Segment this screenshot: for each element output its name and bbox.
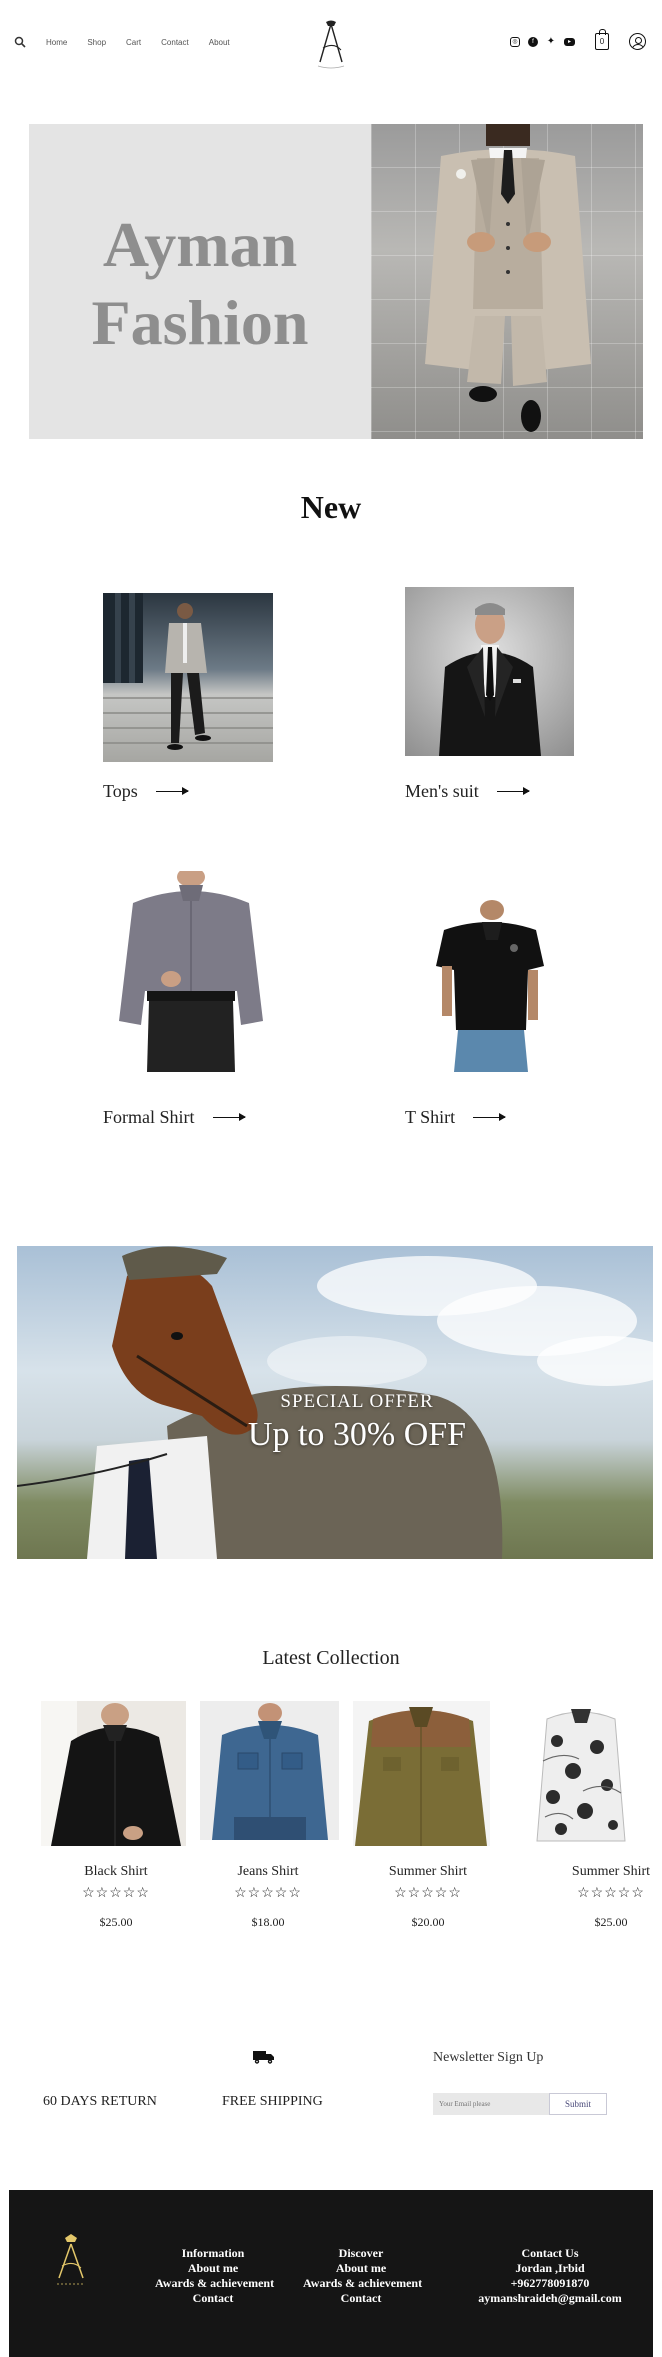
category-mens-suit-link[interactable]: Men's suit (405, 781, 530, 802)
footer-link-contact[interactable]: Contact (303, 2291, 419, 2306)
offer-subtitle: SPECIAL OFFER (280, 1391, 434, 1412)
nav-about[interactable]: About (209, 38, 230, 47)
footer-contact-heading: Contact Us (521, 2246, 579, 2260)
product-image[interactable] (533, 1701, 629, 1846)
offer-headline: Up to 30% OFF (247, 1416, 467, 1453)
truck-icon (253, 2051, 274, 2064)
footer-phone[interactable]: +962778091870 (475, 2276, 625, 2291)
product-price: $25.00 (594, 1915, 628, 1929)
product-rating-stars: ☆☆☆☆☆ (394, 1886, 462, 1901)
category-t-shirt-image[interactable] (430, 900, 550, 1072)
category-mens-suit-image[interactable] (405, 587, 574, 756)
category-tops-image[interactable] (103, 593, 273, 762)
product-rating-stars: ☆☆☆☆☆ (577, 1886, 645, 1901)
footer-link-awards[interactable]: Awards & achievement (303, 2276, 422, 2291)
brand-logo[interactable] (314, 20, 348, 72)
footer-discover-column: Discover About me Awards & achievement C… (303, 2246, 422, 2306)
newsletter-title: Newsletter Sign Up (433, 2050, 544, 2065)
product-rating-stars: ☆☆☆☆☆ (82, 1886, 150, 1901)
product-image[interactable] (353, 1701, 490, 1846)
product-price: $20.00 (411, 1915, 445, 1929)
product-price: $18.00 (251, 1915, 285, 1929)
hero-title-line2: Fashion (91, 287, 309, 358)
newsletter-submit-button[interactable]: Submit (549, 2093, 607, 2115)
main-nav: Home Shop Cart Contact About (14, 36, 230, 48)
category-t-shirt-link[interactable]: T Shirt (405, 1107, 507, 1128)
arrow-right-icon (212, 1114, 246, 1121)
category-mens-suit-label: Men's suit (405, 781, 479, 801)
free-shipping: FREE SHIPPING (222, 2094, 323, 2109)
product-name[interactable]: Jeans Shirt (193, 1864, 343, 1880)
returns-policy: 60 DAYS RETURN (43, 2094, 157, 2109)
category-t-shirt-label: T Shirt (405, 1107, 456, 1127)
hero-text-panel: Ayman Fashion (29, 124, 371, 439)
latest-collection-title: Latest Collection (262, 1647, 400, 1669)
new-section-title: New (300, 489, 362, 525)
footer-link-awards[interactable]: Awards & achievement (155, 2276, 274, 2291)
product-price: $25.00 (99, 1915, 133, 1929)
hero-suit-photo (371, 124, 643, 439)
footer-link-about[interactable]: About me (303, 2261, 419, 2276)
cart-count: 0 (599, 37, 605, 46)
category-formal-shirt-image[interactable] (111, 871, 271, 1072)
search-icon[interactable] (14, 36, 26, 48)
nav-cart[interactable]: Cart (126, 38, 141, 47)
product-name[interactable]: Summer Shirt (353, 1864, 503, 1880)
site-header: Home Shop Cart Contact About ◎ f ✦ ▸ 0 (0, 0, 662, 90)
twitter-icon[interactable]: ✦ (546, 36, 556, 47)
category-formal-shirt-link[interactable]: Formal Shirt (103, 1107, 246, 1128)
instagram-icon[interactable]: ◎ (510, 36, 520, 47)
footer-brand-logo[interactable] (51, 2234, 91, 2292)
footer-information-heading: Information (181, 2246, 245, 2260)
site-footer: Information About me Awards & achievemen… (9, 2190, 653, 2357)
footer-email[interactable]: aymanshraideh@gmail.com (475, 2291, 625, 2306)
hero-banner: Ayman Fashion (29, 124, 643, 439)
product-rating-stars: ☆☆☆☆☆ (234, 1886, 302, 1901)
header-icons: ◎ f ✦ ▸ 0 (510, 29, 646, 50)
footer-address: Jordan ,Irbid (515, 2261, 585, 2275)
cart-bag-icon[interactable]: 0 (595, 29, 609, 50)
arrow-right-icon (155, 788, 189, 795)
youtube-icon[interactable]: ▸ (564, 37, 575, 46)
category-formal-shirt-label: Formal Shirt (103, 1107, 195, 1127)
footer-link-contact[interactable]: Contact (155, 2291, 271, 2306)
hero-title: Ayman Fashion (29, 206, 371, 362)
product-name[interactable]: Summer Shirt (536, 1864, 662, 1880)
footer-link-about[interactable]: About me (155, 2261, 271, 2276)
arrow-right-icon (473, 1114, 507, 1121)
facebook-icon[interactable]: f (528, 36, 538, 47)
footer-discover-heading: Discover (338, 2246, 384, 2260)
nav-home[interactable]: Home (46, 38, 67, 47)
product-image[interactable] (200, 1701, 339, 1840)
product-image[interactable] (41, 1701, 186, 1846)
arrow-right-icon (496, 788, 530, 795)
product-name[interactable]: Black Shirt (41, 1864, 191, 1880)
category-tops-label: Tops (103, 781, 138, 801)
hero-title-line1: Ayman (102, 209, 298, 280)
nav-shop[interactable]: Shop (87, 38, 106, 47)
footer-information-column: Information About me Awards & achievemen… (155, 2246, 274, 2306)
nav-contact[interactable]: Contact (161, 38, 189, 47)
footer-contact-column: Contact Us Jordan ,Irbid +962778091870 a… (475, 2246, 625, 2306)
account-icon[interactable] (629, 33, 646, 50)
category-tops-link[interactable]: Tops (103, 781, 189, 802)
newsletter-email-input[interactable] (433, 2093, 549, 2115)
special-offer-banner[interactable]: SPECIAL OFFER Up to 30% OFF (17, 1246, 653, 1559)
